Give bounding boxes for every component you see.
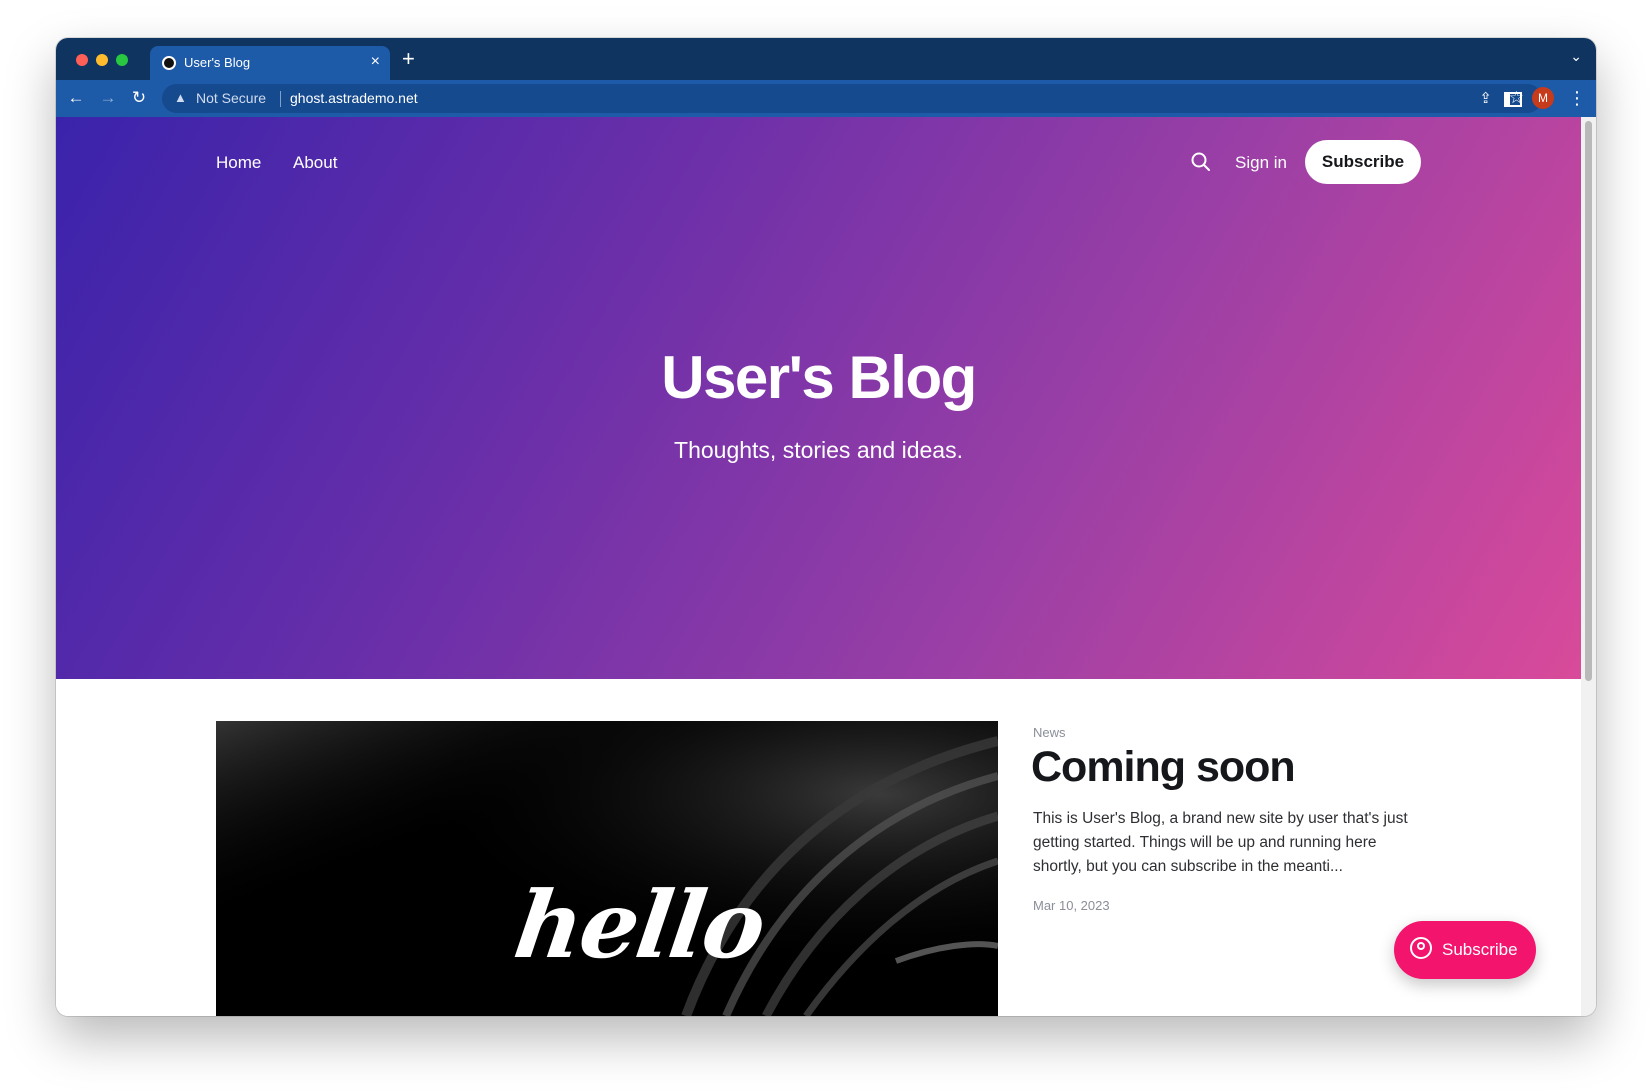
search-icon[interactable]: [1188, 149, 1214, 175]
nav-home-link[interactable]: Home: [216, 153, 261, 173]
forward-arrow-icon[interactable]: →: [96, 86, 120, 110]
post-excerpt: This is User's Blog, a brand new site by…: [1033, 810, 1408, 875]
portal-subscribe-label: Subscribe: [1442, 940, 1518, 959]
signin-link[interactable]: Sign in: [1235, 153, 1287, 173]
site-header-hero: Home About Sign in Subscribe User's Blog…: [56, 117, 1581, 679]
url-text[interactable]: ghost.astrademo.net: [290, 90, 418, 106]
browser-toolbar: ← → ↻ ▲ Not Secure ghost.astrademo.net ⇪…: [56, 80, 1596, 117]
ghost-favicon-icon: [162, 56, 176, 70]
subscribe-button[interactable]: Subscribe: [1305, 140, 1421, 184]
new-tab-button[interactable]: +: [402, 46, 415, 72]
user-icon: [1410, 937, 1432, 959]
post-feature-image[interactable]: hello: [216, 721, 998, 1016]
profile-avatar[interactable]: M: [1532, 87, 1554, 109]
address-bar[interactable]: ▲ Not Secure ghost.astrademo.net ⇪ ☆: [162, 84, 1542, 113]
tab-close-icon[interactable]: ×: [371, 52, 380, 72]
back-arrow-icon[interactable]: ←: [64, 86, 88, 110]
reload-icon[interactable]: ↻: [127, 86, 151, 110]
browser-menu-icon[interactable]: ⋮: [1568, 86, 1586, 110]
page-viewport: Home About Sign in Subscribe User's Blog…: [56, 117, 1581, 1016]
scrollbar-thumb[interactable]: [1585, 121, 1592, 681]
post-title[interactable]: Coming soon: [1031, 743, 1296, 792]
site-title: User's Blog: [661, 344, 977, 411]
tab-search-chevron-icon[interactable]: ⌄: [1570, 48, 1582, 65]
share-icon[interactable]: ⇪: [1479, 89, 1492, 107]
post-date: Mar 10, 2023: [1033, 898, 1110, 913]
security-status[interactable]: Not Secure: [196, 90, 266, 106]
nav-about-link[interactable]: About: [293, 153, 337, 173]
minimize-window-button[interactable]: [96, 54, 108, 66]
page-scrollbar[interactable]: [1581, 117, 1596, 1016]
browser-titlebar: User's Blog × + ⌄: [56, 38, 1596, 80]
maximize-window-button[interactable]: [116, 54, 128, 66]
hello-image-text: hello: [508, 871, 771, 979]
browser-window: User's Blog × + ⌄ ← → ↻ ▲ Not Secure gho…: [56, 38, 1596, 1016]
tab-title: User's Blog: [184, 55, 251, 70]
omnibox-divider: [280, 91, 281, 107]
site-description: Thoughts, stories and ideas.: [674, 437, 963, 463]
post-tag[interactable]: News: [1033, 725, 1066, 740]
warning-triangle-icon: ▲: [174, 90, 187, 105]
side-panel-icon[interactable]: [1504, 92, 1522, 107]
close-window-button[interactable]: [76, 54, 88, 66]
portal-subscribe-button[interactable]: Subscribe: [1394, 921, 1536, 979]
browser-tab[interactable]: User's Blog ×: [150, 46, 390, 80]
